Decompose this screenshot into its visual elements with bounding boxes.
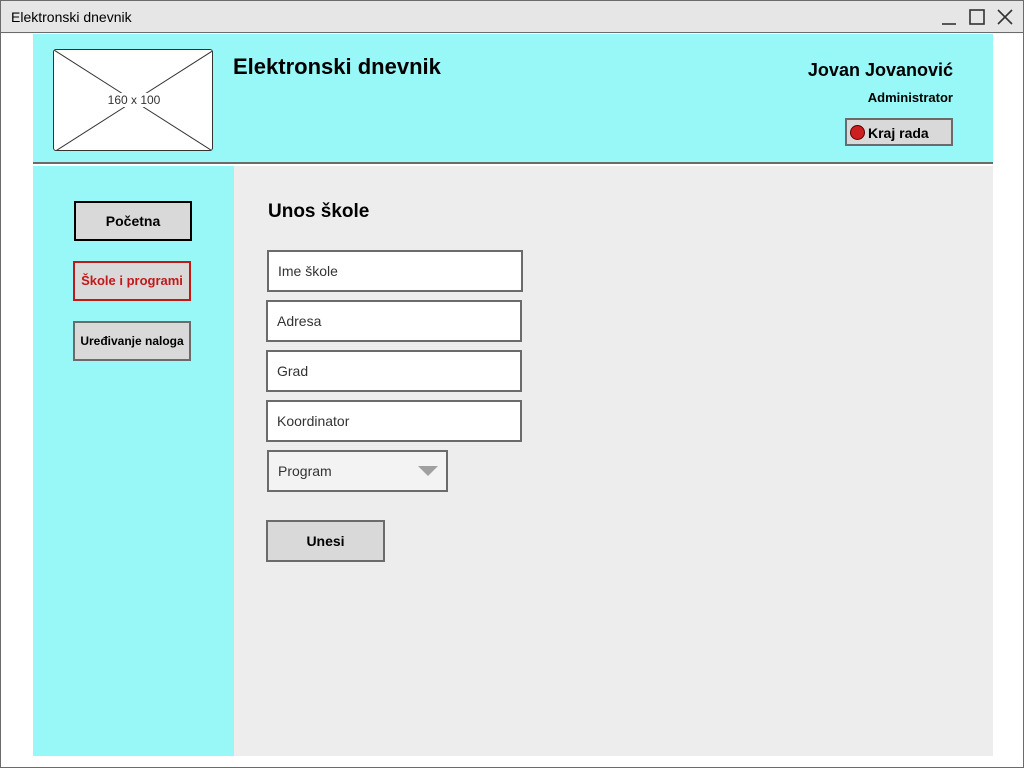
app-title: Elektronski dnevnik xyxy=(233,54,441,79)
sidebar: Početna Škole i programi Uređivanje nalo… xyxy=(33,166,234,756)
close-icon[interactable] xyxy=(995,7,1015,27)
user-name: Jovan Jovanović xyxy=(807,60,953,80)
sidebar-item-account-settings[interactable]: Uređivanje naloga xyxy=(73,321,191,361)
window-title: Elektronski dnevnik xyxy=(11,9,132,25)
logout-label: Kraj rada xyxy=(868,125,929,141)
address-input[interactable]: Adresa xyxy=(266,300,522,342)
app-window: Elektronski dnevnik 160 x 100 Elektronsk… xyxy=(0,0,1024,768)
minimize-icon[interactable] xyxy=(939,7,959,27)
sidebar-item-home[interactable]: Početna xyxy=(74,201,192,241)
content-frame: 160 x 100 Elektronski dnevnik Jovan Jova… xyxy=(1,34,1023,767)
program-select-value: Program xyxy=(278,463,332,479)
logo-placeholder: 160 x 100 xyxy=(53,49,213,151)
user-role: Administrator xyxy=(867,90,953,105)
title-bar: Elektronski dnevnik xyxy=(1,1,1023,33)
logout-button[interactable]: Kraj rada xyxy=(845,118,953,146)
logo-size-label: 160 x 100 xyxy=(105,93,163,107)
page-header: 160 x 100 Elektronski dnevnik Jovan Jova… xyxy=(33,34,993,164)
form-title: Unos škole xyxy=(268,201,370,222)
dropdown-caret-icon xyxy=(418,466,438,476)
city-input[interactable]: Grad xyxy=(266,350,522,392)
main-content: Unos škole Ime škole Adresa Grad Koordin… xyxy=(234,166,993,756)
maximize-icon[interactable] xyxy=(967,7,987,27)
sidebar-item-schools-programs[interactable]: Škole i programi xyxy=(73,261,191,301)
program-select[interactable]: Program xyxy=(267,450,448,492)
coordinator-input[interactable]: Koordinator xyxy=(266,400,522,442)
logout-dot-icon xyxy=(850,125,865,140)
school-name-input[interactable]: Ime škole xyxy=(267,250,523,292)
submit-button[interactable]: Unesi xyxy=(266,520,385,562)
